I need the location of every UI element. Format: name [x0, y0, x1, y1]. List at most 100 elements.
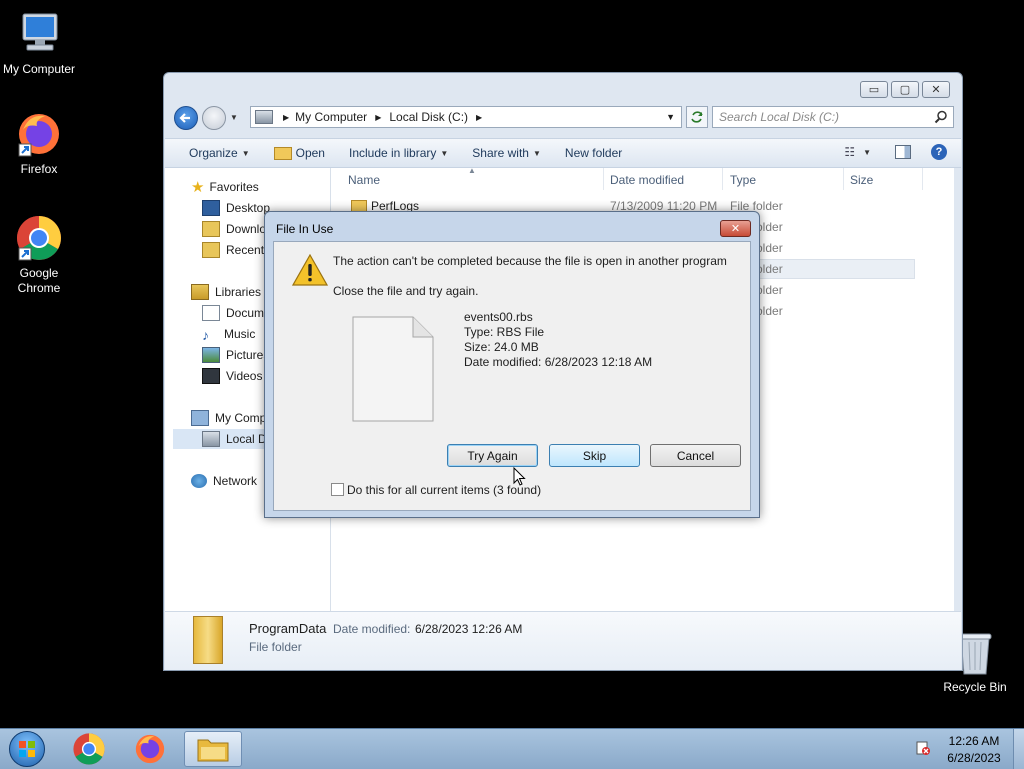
address-dropdown-icon[interactable]: ▼ [666, 112, 675, 122]
clock-date[interactable]: 6/28/2023 [942, 751, 1006, 765]
desktop-icon-my-computer[interactable]: My Computer [0, 10, 81, 77]
breadcrumb-local-disk[interactable]: Local Disk (C:) [389, 110, 468, 124]
nav-network[interactable]: Network [191, 471, 257, 491]
dialog-hint: Close the file and try again. [333, 284, 479, 298]
column-date-modified[interactable]: Date modified [610, 173, 684, 187]
include-in-library-label: Include in library [348, 146, 437, 160]
desktop-icon-firefox[interactable]: Firefox [0, 110, 81, 177]
tray-action-center-icon[interactable] [916, 741, 930, 755]
column-type[interactable]: Type [730, 173, 756, 187]
show-desktop-button[interactable] [1013, 729, 1024, 769]
firefox-icon [15, 110, 63, 158]
include-in-library-menu[interactable]: Include in library ▼ [349, 146, 448, 160]
file-date-modified: Date modified: 6/28/2023 12:18 AM [464, 355, 653, 369]
breadcrumb-my-computer[interactable]: My Computer [295, 110, 367, 124]
nav-label: Libraries [215, 285, 262, 299]
nav-label: Music [224, 327, 256, 341]
taskbar-explorer[interactable] [184, 731, 242, 767]
taskbar-chrome[interactable] [61, 731, 117, 767]
address-row: ▼ ▶ My Computer ▶ Local Disk (C:) ▶ ▼ Se… [172, 105, 954, 131]
organize-menu[interactable]: Organize ▼ [189, 146, 250, 160]
nav-label: Desktop [226, 201, 271, 215]
pictures-icon [202, 347, 220, 363]
details-date-value: 6/28/2023 12:26 AM [415, 622, 523, 636]
nav-favorites[interactable]: ★ Favorites [191, 177, 259, 197]
downloads-icon [202, 221, 220, 237]
column-name[interactable]: Name [348, 173, 380, 187]
nav-pictures[interactable]: Pictures [202, 345, 269, 365]
minimize-button[interactable]: ▭ [860, 81, 888, 98]
chevron-down-icon: ▼ [863, 147, 871, 157]
file-type: Type: RBS File [464, 325, 545, 339]
nav-label: Network [213, 474, 258, 488]
close-button[interactable]: ✕ [922, 81, 950, 98]
cancel-button[interactable]: Cancel [650, 444, 741, 467]
computer-icon [15, 10, 63, 58]
help-icon[interactable]: ? [931, 144, 947, 160]
windows-logo-icon [9, 731, 45, 767]
forward-button[interactable] [202, 106, 226, 130]
share-with-label: Share with [472, 146, 529, 160]
share-with-menu[interactable]: Share with ▼ [472, 146, 541, 160]
desktop-icon [202, 200, 220, 216]
new-folder-label: New folder [564, 146, 623, 160]
apply-to-all-label: Do this for all current items (3 found) [347, 483, 542, 497]
music-icon: ♪ [202, 327, 209, 343]
network-icon [191, 474, 207, 488]
try-again-button[interactable]: Try Again [447, 444, 538, 467]
chevron-down-icon: ▼ [532, 148, 541, 158]
search-placeholder: Search Local Disk (C:) [719, 110, 840, 124]
dialog-body: The action can't be completed because th… [273, 241, 751, 511]
recent-places-icon [202, 242, 220, 258]
breadcrumb-separator: ▶ [283, 112, 290, 122]
computer-icon [191, 410, 209, 426]
taskbar: 12:26 AM 6/28/2023 [0, 728, 1024, 769]
sort-indicator-icon: ▲ [468, 166, 476, 175]
taskbar-firefox[interactable] [122, 731, 178, 767]
back-button[interactable] [174, 106, 198, 130]
dialog-message: The action can't be completed because th… [333, 254, 727, 268]
desktop-icon-label: My Computer [2, 62, 76, 76]
nav-libraries[interactable]: Libraries [191, 282, 261, 302]
preview-pane-button[interactable] [895, 145, 911, 159]
close-icon: ✕ [730, 223, 741, 235]
skip-button[interactable]: Skip [549, 444, 640, 467]
desktop-icon-chrome[interactable]: Google Chrome [0, 214, 81, 296]
maximize-button[interactable]: ▢ [891, 81, 919, 98]
details-pane: ProgramData Date modified: 6/28/2023 12:… [165, 611, 961, 670]
view-list-icon: ☷ [844, 145, 856, 159]
nav-label: Favorites [209, 180, 259, 194]
start-button[interactable] [0, 731, 54, 767]
column-divider [922, 168, 923, 190]
column-size[interactable]: Size [850, 173, 873, 187]
folder-icon [197, 739, 229, 762]
desktop-icon-label: Google Chrome [17, 266, 61, 295]
column-divider [603, 168, 604, 190]
back-arrow-icon [179, 113, 190, 123]
details-date-label: Date modified: [333, 622, 411, 636]
refresh-button[interactable] [686, 106, 708, 128]
open-button[interactable]: Open [273, 146, 325, 160]
new-folder-button[interactable]: New folder [565, 146, 622, 160]
breadcrumb-separator: ▶ [476, 112, 483, 122]
mouse-cursor-icon [513, 467, 526, 486]
recent-pages-dropdown-icon[interactable]: ▼ [230, 113, 238, 122]
libraries-icon [191, 284, 209, 300]
nav-music[interactable]: ♪ Music [202, 324, 255, 344]
dialog-close-button[interactable]: ✕ [720, 220, 751, 237]
apply-to-all-checkbox[interactable] [331, 483, 344, 496]
address-bar[interactable]: ▶ My Computer ▶ Local Disk (C:) ▶ ▼ [250, 106, 682, 128]
nav-desktop[interactable]: Desktop [202, 198, 270, 218]
folder-icon [193, 616, 223, 664]
view-options-button[interactable]: ☷ ▼ [844, 145, 871, 159]
nav-videos[interactable]: Videos [202, 366, 262, 386]
chevron-down-icon: ▼ [440, 148, 449, 158]
chevron-down-icon: ▼ [241, 148, 250, 158]
window-controls: ▭ ▢ ✕ [860, 81, 950, 98]
documents-icon [202, 305, 220, 321]
open-label: Open [295, 146, 325, 160]
clock-time[interactable]: 12:26 AM [944, 734, 1004, 748]
search-input[interactable]: Search Local Disk (C:) [712, 106, 954, 128]
dialog-title: File In Use [276, 222, 334, 236]
desktop-icon-label: Recycle Bin [943, 680, 1007, 694]
